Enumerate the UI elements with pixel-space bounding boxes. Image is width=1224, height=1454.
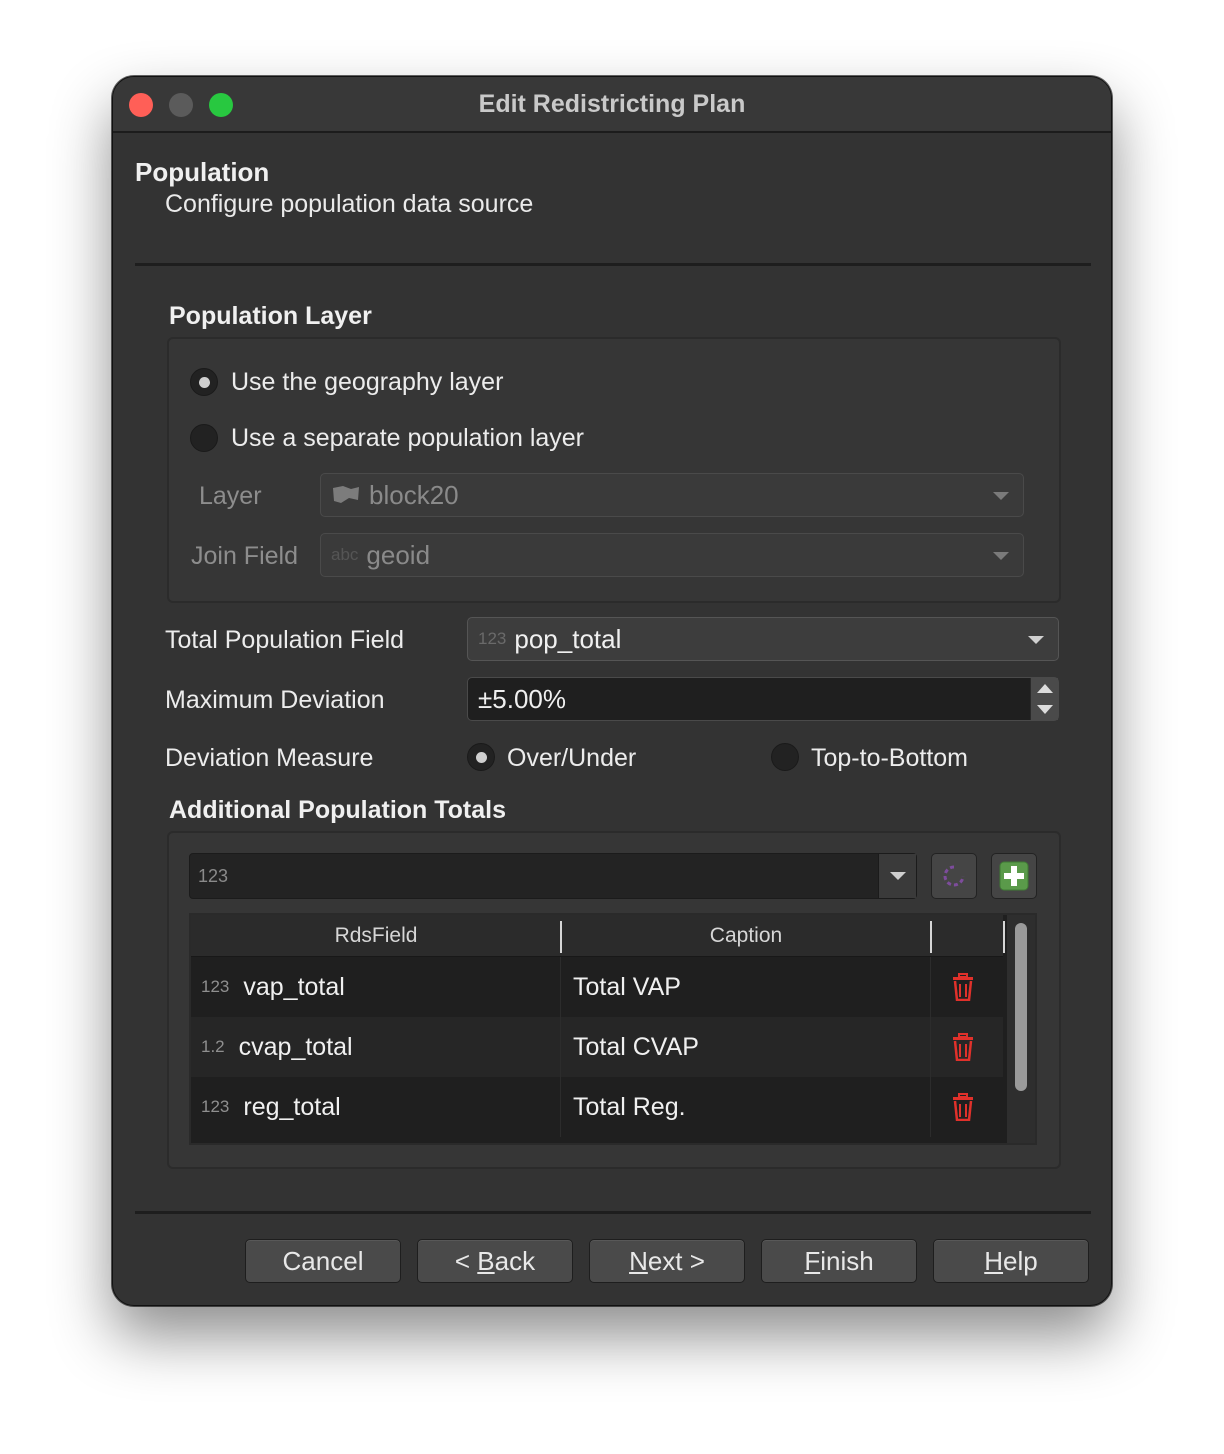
table-scrollbar[interactable]	[1007, 915, 1035, 1143]
delete-row-button[interactable]	[943, 1017, 983, 1077]
add-field-combo[interactable]: 123	[189, 853, 917, 899]
population-layer-group: Use the geography layer Use a separate p…	[167, 337, 1061, 603]
spin-down-icon[interactable]	[1037, 705, 1053, 714]
polygon-layer-icon	[333, 486, 359, 503]
rdsfield-cell[interactable]: 1.2 cvap_total	[201, 1017, 353, 1077]
maximum-deviation-value: ±5.00%	[478, 683, 566, 714]
additional-totals-group-title: Additional Population Totals	[169, 796, 507, 824]
chevron-down-icon	[993, 552, 1009, 560]
field-type-icon: 123	[201, 1097, 230, 1116]
maximum-deviation-spinbox[interactable]: ±5.00%	[467, 677, 1059, 721]
over-under-radio[interactable]	[467, 743, 495, 771]
footer-divider	[135, 1211, 1091, 1214]
use-geography-layer-label[interactable]: Use the geography layer	[231, 368, 503, 397]
join-field-label: Join Field	[191, 542, 298, 570]
additional-totals-group: 123 RdsField Caption 123 vap_total Total…	[167, 831, 1061, 1169]
caption-cell[interactable]: Total VAP	[573, 957, 681, 1017]
expression-button[interactable]	[931, 853, 977, 899]
cancel-button[interactable]: Cancel	[245, 1239, 401, 1283]
deviation-measure-label: Deviation Measure	[165, 744, 374, 772]
layer-value: block20	[369, 479, 459, 510]
page-subheading: Configure population data source	[165, 190, 534, 218]
rdsfield-cell[interactable]: 123 reg_total	[201, 1077, 341, 1137]
trash-icon	[953, 1093, 973, 1121]
layer-label: Layer	[199, 482, 262, 510]
expression-icon	[943, 865, 965, 887]
field-type-icon: 123	[201, 977, 230, 996]
numeric-field-type-icon: 123	[478, 629, 507, 648]
caption-cell[interactable]: Total CVAP	[573, 1017, 699, 1077]
total-population-field-label: Total Population Field	[165, 626, 405, 654]
chevron-down-icon	[1028, 636, 1044, 644]
spin-up-icon[interactable]	[1037, 684, 1053, 693]
population-layer-group-title: Population Layer	[169, 302, 372, 330]
next-button[interactable]: Next >	[589, 1239, 745, 1283]
use-separate-layer-radio[interactable]	[190, 424, 218, 452]
header-divider	[135, 263, 1091, 266]
table-row[interactable]: 123 vap_total Total VAP	[191, 957, 1003, 1017]
top-to-bottom-label[interactable]: Top-to-Bottom	[811, 744, 968, 773]
plus-icon	[999, 861, 1029, 891]
text-field-type-icon: abc	[331, 545, 359, 564]
use-separate-layer-label[interactable]: Use a separate population layer	[231, 424, 584, 453]
field-type-icon: 1.2	[201, 1037, 225, 1056]
chevron-down-icon	[993, 492, 1009, 500]
dialog-window: Edit Redistricting Plan Population Confi…	[112, 76, 1112, 1306]
over-under-label[interactable]: Over/Under	[507, 744, 636, 773]
table-header: RdsField Caption	[191, 915, 1005, 957]
join-field-combo[interactable]: abc geoid	[320, 533, 1024, 577]
total-population-field-combo[interactable]: 123 pop_total	[467, 617, 1059, 661]
column-separator	[930, 921, 932, 953]
caption-cell[interactable]: Total Reg.	[573, 1077, 686, 1137]
delete-row-button[interactable]	[943, 957, 983, 1017]
window-title: Edit Redistricting Plan	[478, 90, 746, 118]
back-button[interactable]: < Back	[417, 1239, 573, 1283]
spin-buttons[interactable]	[1030, 678, 1058, 720]
add-field-button[interactable]	[991, 853, 1037, 899]
additional-totals-table: RdsField Caption 123 vap_total Total VAP	[189, 913, 1037, 1145]
column-header-rdsfield[interactable]: RdsField	[191, 915, 561, 957]
column-header-caption[interactable]: Caption	[561, 915, 931, 957]
numeric-field-type-icon: 123	[198, 865, 229, 886]
use-geography-layer-radio[interactable]	[190, 368, 218, 396]
scrollbar-thumb[interactable]	[1015, 923, 1027, 1091]
rdsfield-cell[interactable]: 123 vap_total	[201, 957, 345, 1017]
column-separator	[1003, 921, 1005, 953]
field-name: reg_total	[243, 1092, 341, 1121]
chevron-down-icon[interactable]	[878, 854, 916, 898]
top-to-bottom-radio[interactable]	[771, 743, 799, 771]
trash-icon	[953, 1033, 973, 1061]
title-bar[interactable]: Edit Redistricting Plan	[113, 77, 1111, 133]
delete-row-button[interactable]	[943, 1077, 983, 1137]
trash-icon	[953, 973, 973, 1001]
join-field-value: geoid	[366, 539, 431, 570]
table-row[interactable]: 1.2 cvap_total Total CVAP	[191, 1017, 1003, 1077]
total-population-field-value: pop_total	[514, 623, 622, 654]
maximum-deviation-label: Maximum Deviation	[165, 686, 385, 714]
page-heading: Population	[135, 157, 270, 187]
finish-button[interactable]: Finish	[761, 1239, 917, 1283]
layer-combo[interactable]: block20	[320, 473, 1024, 517]
field-name: vap_total	[243, 972, 345, 1001]
field-name: cvap_total	[238, 1032, 353, 1061]
help-button[interactable]: Help	[933, 1239, 1089, 1283]
table-row[interactable]: 123 reg_total Total Reg.	[191, 1077, 1003, 1137]
